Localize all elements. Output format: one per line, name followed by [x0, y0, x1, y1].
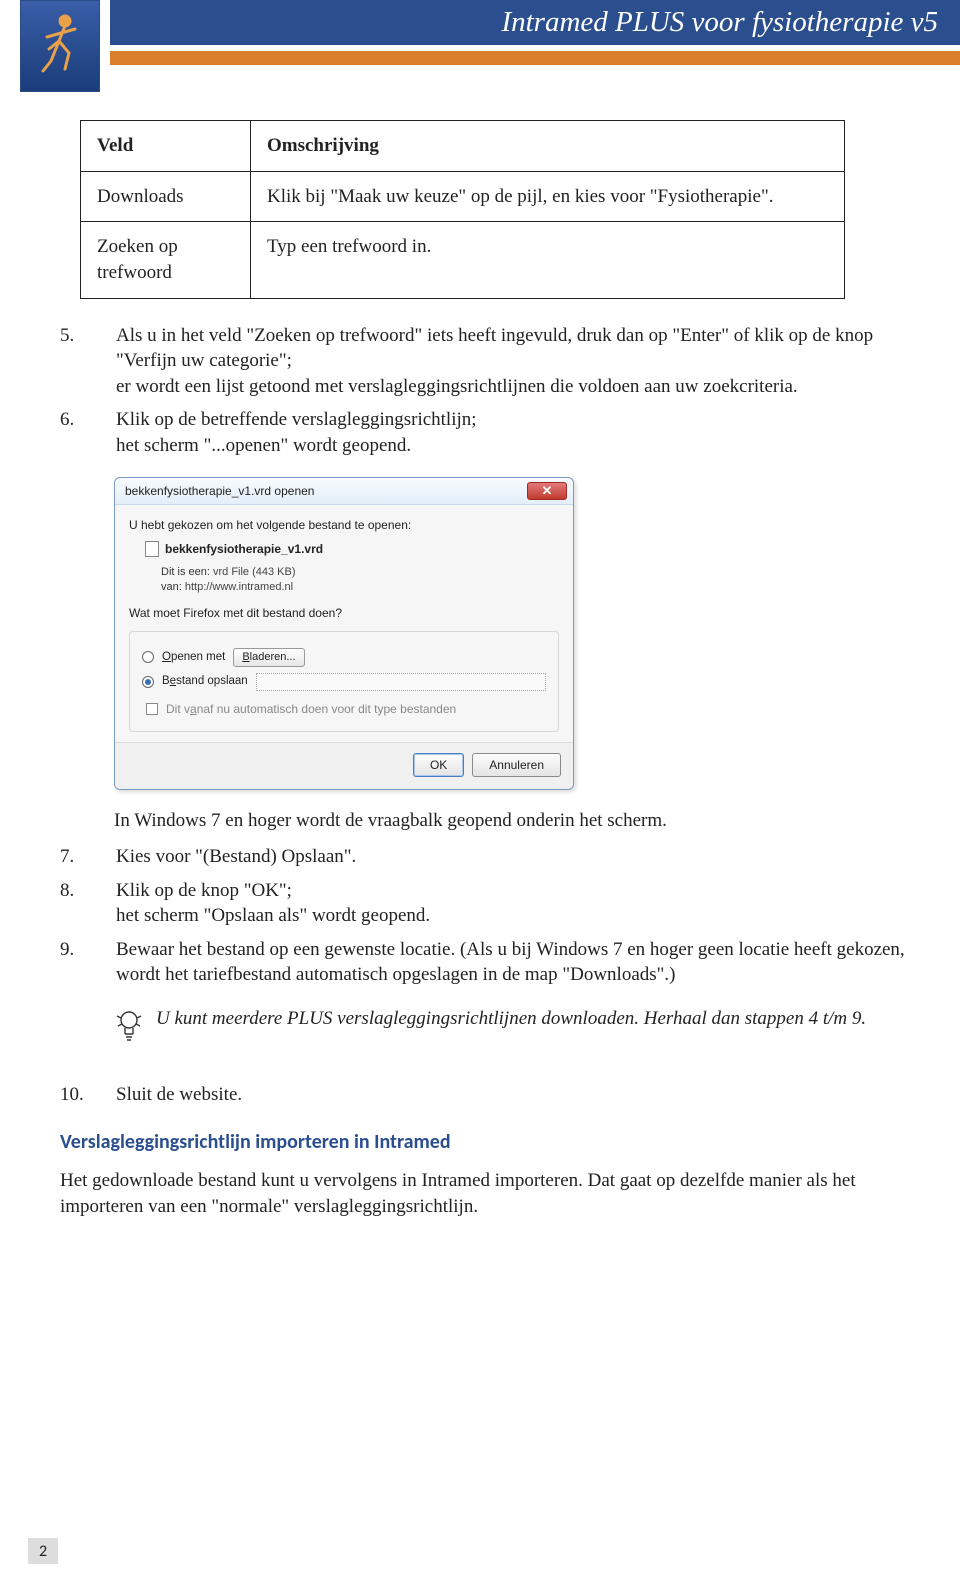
step-number: 10. [60, 1082, 116, 1108]
remember-checkbox[interactable] [146, 703, 158, 715]
radio-save-file[interactable] [142, 676, 154, 688]
dialog-intro: U hebt gekozen om het volgende bestand t… [129, 517, 559, 533]
tip-block: U kunt meerdere PLUS verslagleggingsrich… [114, 1006, 910, 1054]
table-row: Downloads Klik bij "Maak uw keuze" op de… [81, 171, 845, 222]
steps-list: 7. Kies voor "(Bestand) Opslaan". 8. Kli… [60, 844, 910, 988]
section-heading: Verslagleggingsrichtlijn importeren in I… [60, 1129, 910, 1156]
meta-type-value: vrd File (443 KB) [213, 566, 296, 578]
dialog-title: bekkenfysiotherapie_v1.vrd openen [125, 483, 314, 499]
ok-button[interactable]: OK [413, 753, 464, 777]
list-item: 10. Sluit de website. [60, 1082, 910, 1108]
field-table: Veld Omschrijving Downloads Klik bij "Ma… [80, 120, 845, 299]
option-save-file-label: Bestand opslaanBestand opslaan [162, 674, 248, 690]
table-header-desc: Omschrijving [251, 121, 845, 172]
step-text: Sluit de website. [116, 1082, 910, 1108]
meta-type-label: Dit is een: [161, 566, 210, 578]
field-desc: Klik bij "Maak uw keuze" op de pijl, en … [251, 171, 845, 222]
field-desc: Typ een trefwoord in. [251, 222, 845, 298]
option-open-with-label: OOpenen metpenen met [162, 650, 225, 666]
list-item: 5. Als u in het veld "Zoeken op trefwoor… [60, 323, 910, 400]
step-text: Klik op de knop "OK"; [116, 880, 292, 901]
table-header-field: Veld [81, 121, 251, 172]
step-text: Klik op de betreffende verslagleggingsri… [116, 409, 477, 430]
dialog-question: Wat moet Firefox met dit bestand doen? [129, 605, 559, 621]
cancel-button[interactable]: Annuleren [472, 753, 561, 777]
accent-bar [110, 51, 960, 65]
radio-open-with[interactable] [142, 651, 154, 663]
step-text: het scherm "Opslaan als" wordt geopend. [116, 905, 430, 926]
steps-list: 10. Sluit de website. [60, 1082, 910, 1108]
list-item: 8. Klik op de knop "OK"; het scherm "Ops… [60, 878, 910, 929]
lightbulb-icon [114, 1006, 144, 1054]
file-icon [145, 541, 159, 557]
page-number: 2 [28, 1538, 58, 1564]
list-item: 9. Bewaar het bestand op een gewenste lo… [60, 937, 910, 988]
browse-button[interactable]: Bladeren...Bladeren... [233, 648, 304, 667]
paragraph: Het gedownloade bestand kunt u vervolgen… [60, 1168, 910, 1219]
step-text: Als u in het veld "Zoeken op trefwoord" … [116, 325, 873, 372]
field-name: Zoeken op trefwoord [81, 222, 251, 298]
step-text: Kies voor "(Bestand) Opslaan". [116, 844, 910, 870]
firefox-open-dialog: bekkenfysiotherapie_v1.vrd openen ✕ U he… [114, 477, 574, 790]
note-text: In Windows 7 en hoger wordt de vraagbalk… [114, 808, 910, 834]
step-text: er wordt een lijst getoond met verslagle… [116, 376, 798, 397]
dialog-filename: bekkenfysiotherapie_v1.vrd [165, 541, 323, 557]
step-text: het scherm "...openen" wordt geopend. [116, 435, 411, 456]
meta-from-label: van: [161, 581, 182, 593]
meta-from-value: http://www.intramed.nl [185, 581, 293, 593]
page-header: Intramed PLUS voor fysiotherapie v5 [0, 0, 960, 92]
list-item: 6. Klik op de betreffende verslaglegging… [60, 407, 910, 458]
step-number: 8. [60, 878, 116, 929]
field-name: Downloads [81, 171, 251, 222]
logo [20, 0, 100, 92]
step-number: 7. [60, 844, 116, 870]
table-row: Zoeken op trefwoord Typ een trefwoord in… [81, 222, 845, 298]
step-number: 6. [60, 407, 116, 458]
close-button[interactable]: ✕ [527, 482, 567, 500]
step-text: Bewaar het bestand op een gewenste locat… [116, 937, 910, 988]
step-number: 9. [60, 937, 116, 988]
runner-icon [35, 11, 85, 81]
step-number: 5. [60, 323, 116, 400]
list-item: 7. Kies voor "(Bestand) Opslaan". [60, 844, 910, 870]
remember-label: Dit vanaf nu automatisch doen voor dit t… [166, 701, 456, 717]
tip-text: U kunt meerdere PLUS verslagleggingsrich… [156, 1006, 866, 1032]
save-path-field[interactable] [256, 673, 546, 691]
document-title: Intramed PLUS voor fysiotherapie v5 [110, 0, 960, 45]
steps-list: 5. Als u in het veld "Zoeken op trefwoor… [60, 323, 910, 459]
